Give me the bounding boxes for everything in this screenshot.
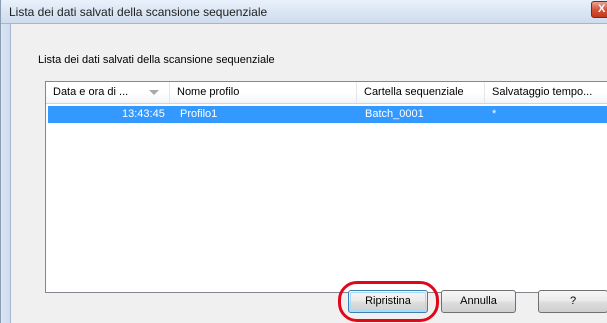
cell-folder: Batch_0001 — [365, 108, 424, 120]
cell-temp-save: * — [492, 108, 497, 120]
help-button[interactable]: ? — [538, 290, 607, 313]
column-header-profile[interactable]: Nome profilo — [170, 82, 357, 103]
title-bar[interactable]: Lista dei dati salvati della scansione s… — [1, 0, 607, 24]
dialog-title: Lista dei dati salvati della scansione s… — [9, 5, 268, 19]
sort-arrow-icon — [149, 90, 159, 95]
table-row-selected[interactable]: 13:43:45 Profilo1 Batch_0001 * — [48, 106, 607, 123]
column-header-folder[interactable]: Cartella sequenziale — [357, 82, 485, 103]
dialog-window: Lista dei dati salvati della scansione s… — [0, 0, 607, 323]
cell-profile: Profilo1 — [180, 108, 218, 120]
saved-data-list[interactable]: Data e ora di ... Nome profilo Cartella … — [45, 81, 607, 293]
cancel-button[interactable]: Annulla — [441, 290, 516, 313]
close-button[interactable]: X — [591, 1, 607, 18]
list-header: Data e ora di ... Nome profilo Cartella … — [46, 82, 607, 104]
cell-datetime: 13:43:45 — [122, 108, 165, 120]
section-label: Lista dei dati salvati della scansione s… — [38, 54, 275, 66]
highlight-ring — [338, 281, 439, 322]
window-frame — [1, 24, 11, 323]
column-header-temp-save[interactable]: Salvataggio tempo... — [485, 82, 607, 103]
